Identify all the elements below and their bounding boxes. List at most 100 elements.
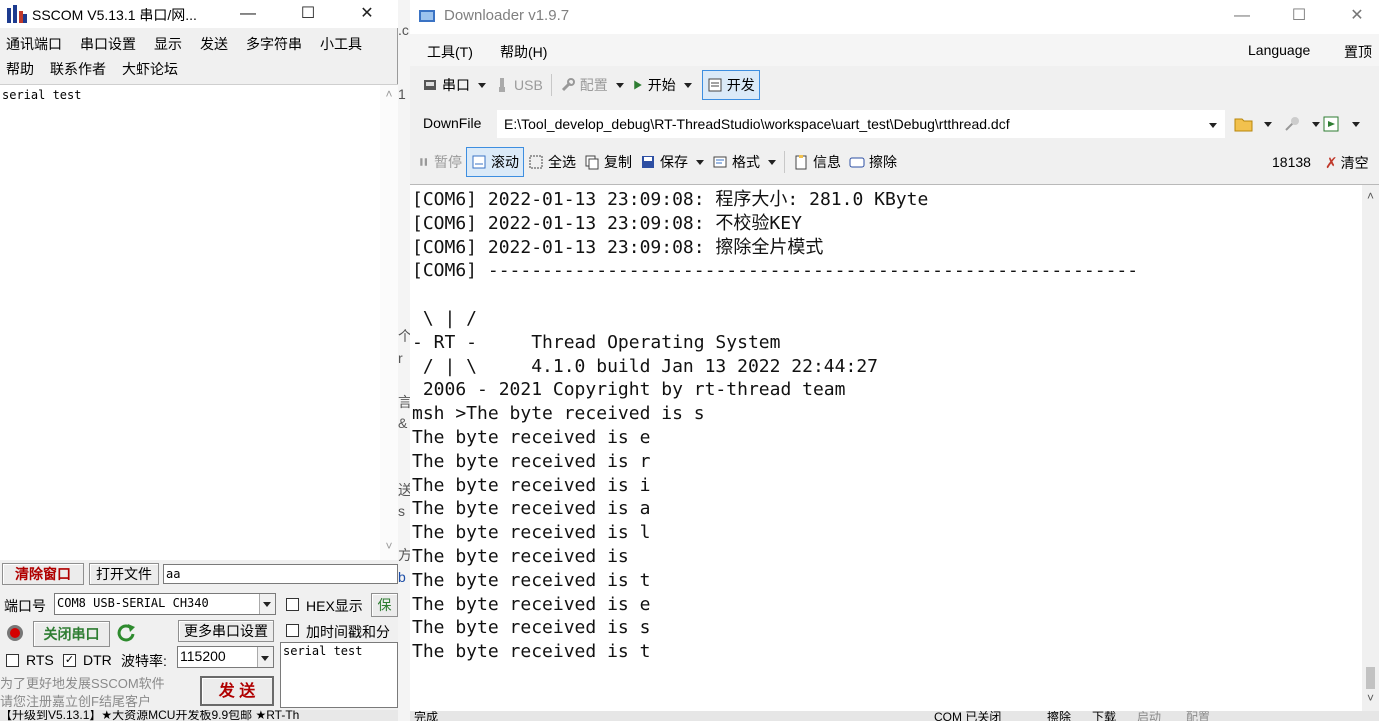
baud-select[interactable]: 115200: [177, 646, 274, 668]
clear-button[interactable]: ✗ 清空: [1325, 153, 1369, 173]
status-boot: 启动: [1137, 711, 1162, 721]
chevron-down-icon: [478, 82, 486, 88]
usb-button[interactable]: USB: [490, 70, 547, 100]
console-line: - RT - Thread Operating System: [412, 331, 781, 353]
chevron-down-icon: [615, 82, 624, 88]
save-label: 保存: [660, 154, 688, 170]
baud-dropdown-arrow[interactable]: [257, 647, 273, 667]
scroll-up-icon[interactable]: ˄: [380, 87, 398, 101]
dtr-label: DTR: [83, 652, 112, 668]
develop-button[interactable]: 开发: [701, 70, 760, 100]
console-line: [COM6] 2022-01-13 23:09:08: 程序大小: 281.0 …: [412, 189, 929, 210]
chevron-down-icon[interactable]: [1312, 122, 1320, 127]
usb-icon: [499, 78, 505, 92]
byte-count: 18138: [1272, 154, 1311, 170]
maximize-button[interactable]: ☐: [298, 4, 318, 24]
downfile-path-select[interactable]: E:\Tool_develop_debug\RT-ThreadStudio\wo…: [497, 110, 1225, 138]
receive-scrollbar[interactable]: ˄ ˅: [380, 85, 398, 561]
console-scrollbar[interactable]: ˄ ˅: [1362, 185, 1379, 711]
status-done: 完成: [414, 711, 439, 721]
clear-window-button[interactable]: 清除窗口: [2, 563, 84, 585]
send-button[interactable]: 发 送: [200, 676, 274, 706]
menu-pin-top[interactable]: 置顶: [1344, 42, 1372, 62]
scroll-up-icon[interactable]: ˄: [1362, 189, 1379, 203]
pause-button[interactable]: 暂停: [414, 147, 466, 177]
menu-help[interactable]: 帮助(H): [500, 42, 547, 62]
menu-contact[interactable]: 联系作者: [50, 59, 106, 79]
menu-language[interactable]: Language: [1248, 42, 1310, 58]
file-path-input[interactable]: aa: [163, 564, 398, 584]
sliver-char: 送: [398, 482, 410, 498]
sliver-char: s: [398, 503, 405, 519]
sscom-titlebar: SSCOM V5.13.1 串口/网... — ☐ ✕: [0, 0, 398, 28]
open-folder-icon[interactable]: [1234, 115, 1254, 133]
dtr-checkbox[interactable]: ✓: [63, 654, 76, 667]
console-line: The byte received is t: [412, 641, 651, 663]
status-config: 配置: [1186, 711, 1211, 721]
start-button[interactable]: 开始: [628, 70, 696, 100]
menu-serial-settings[interactable]: 串口设置: [80, 34, 136, 54]
menu-comm-port[interactable]: 通讯端口: [6, 34, 62, 54]
select-all-button[interactable]: 全选: [524, 147, 580, 177]
sscom-control-panel: 清除窗口 打开文件 aa 端口号 COM8 USB-SERIAL CH340 H…: [0, 560, 398, 721]
save-data-button[interactable]: 保: [371, 593, 398, 617]
info-label: 信息: [813, 154, 841, 170]
downloader-window: Downloader v1.9.7 — ☐ ✕ 工具(T) 帮助(H) Lang…: [410, 0, 1379, 721]
port-select[interactable]: COM8 USB-SERIAL CH340: [54, 593, 276, 615]
menu-help[interactable]: 帮助: [6, 59, 34, 79]
export-icon[interactable]: [1322, 115, 1342, 133]
port-value: COM8 USB-SERIAL CH340: [57, 596, 209, 610]
scroll-down-icon[interactable]: ˅: [380, 539, 398, 553]
pause-icon: [420, 158, 427, 166]
refresh-icon[interactable]: [116, 623, 136, 643]
chevron-down-icon[interactable]: [1264, 122, 1272, 127]
scroll-down-icon[interactable]: ˅: [1362, 691, 1379, 705]
toolbar-downfile: DownFile E:\Tool_develop_debug\RT-Thread…: [410, 106, 1379, 142]
console-output[interactable]: [COM6] 2022-01-13 23:09:08: 程序大小: 281.0 …: [410, 184, 1379, 711]
close-port-button[interactable]: 关闭串口: [33, 621, 110, 647]
chevron-down-icon[interactable]: [1209, 123, 1217, 128]
baud-label: 波特率:: [121, 653, 167, 669]
pin-icon[interactable]: [1282, 115, 1302, 133]
minimize-button[interactable]: —: [238, 4, 258, 24]
close-button[interactable]: ✕: [1347, 6, 1367, 26]
menu-tools[interactable]: 工具(T): [427, 42, 473, 62]
menu-forum[interactable]: 大虾论坛: [122, 59, 178, 79]
downloader-statusbar: 完成 COM 已关闭 擦除 下载 启动 配置: [410, 711, 1379, 721]
scrollbar-thumb[interactable]: [1366, 667, 1375, 689]
menu-send[interactable]: 发送: [200, 34, 228, 54]
minimize-button[interactable]: —: [1232, 6, 1252, 26]
close-button[interactable]: ✕: [357, 4, 377, 24]
scroll-button[interactable]: 滚动: [466, 147, 524, 177]
document-icon: [708, 78, 722, 92]
open-file-button[interactable]: 打开文件: [89, 563, 159, 585]
save-button[interactable]: 保存: [636, 147, 708, 177]
timestamp-checkbox[interactable]: [286, 624, 299, 637]
config-button[interactable]: 配置: [556, 70, 628, 100]
maximize-button[interactable]: ☐: [1289, 6, 1309, 26]
rts-checkbox[interactable]: [6, 654, 19, 667]
info-button[interactable]: 信息: [789, 147, 845, 177]
play-icon: [634, 80, 642, 90]
sscom-receive-area[interactable]: serial test ˄ ˅: [0, 84, 398, 561]
erase-button[interactable]: 擦除: [845, 147, 901, 177]
hex-display-checkbox[interactable]: [286, 598, 299, 611]
menu-multi-string[interactable]: 多字符串: [246, 34, 302, 54]
sliver-char: &: [398, 415, 408, 431]
format-button[interactable]: 格式: [708, 147, 780, 177]
chevron-down-icon: [683, 82, 692, 88]
console-line: / | \ 4.1.0 build Jan 13 2022 22:44:27: [412, 355, 878, 377]
chevron-down-icon[interactable]: [1352, 122, 1360, 127]
toolbar-console: 暂停 滚动 全选 复制 保存 格式 信息 擦除 18138 ✗ 清空: [410, 144, 1379, 180]
menu-tools[interactable]: 小工具: [320, 34, 362, 54]
sliver-char: b: [398, 569, 406, 585]
send-textarea[interactable]: serial test: [280, 642, 398, 708]
serial-button[interactable]: 串口: [418, 70, 490, 100]
more-serial-settings-button[interactable]: 更多串口设置: [178, 620, 274, 642]
sscom-menu-row1: 通讯端口 串口设置 显示 发送 多字符串 小工具: [6, 34, 380, 54]
copy-button[interactable]: 复制: [580, 147, 636, 177]
clipboard-icon: [795, 155, 807, 170]
port-dropdown-arrow[interactable]: [259, 594, 275, 614]
menu-display[interactable]: 显示: [154, 34, 182, 54]
